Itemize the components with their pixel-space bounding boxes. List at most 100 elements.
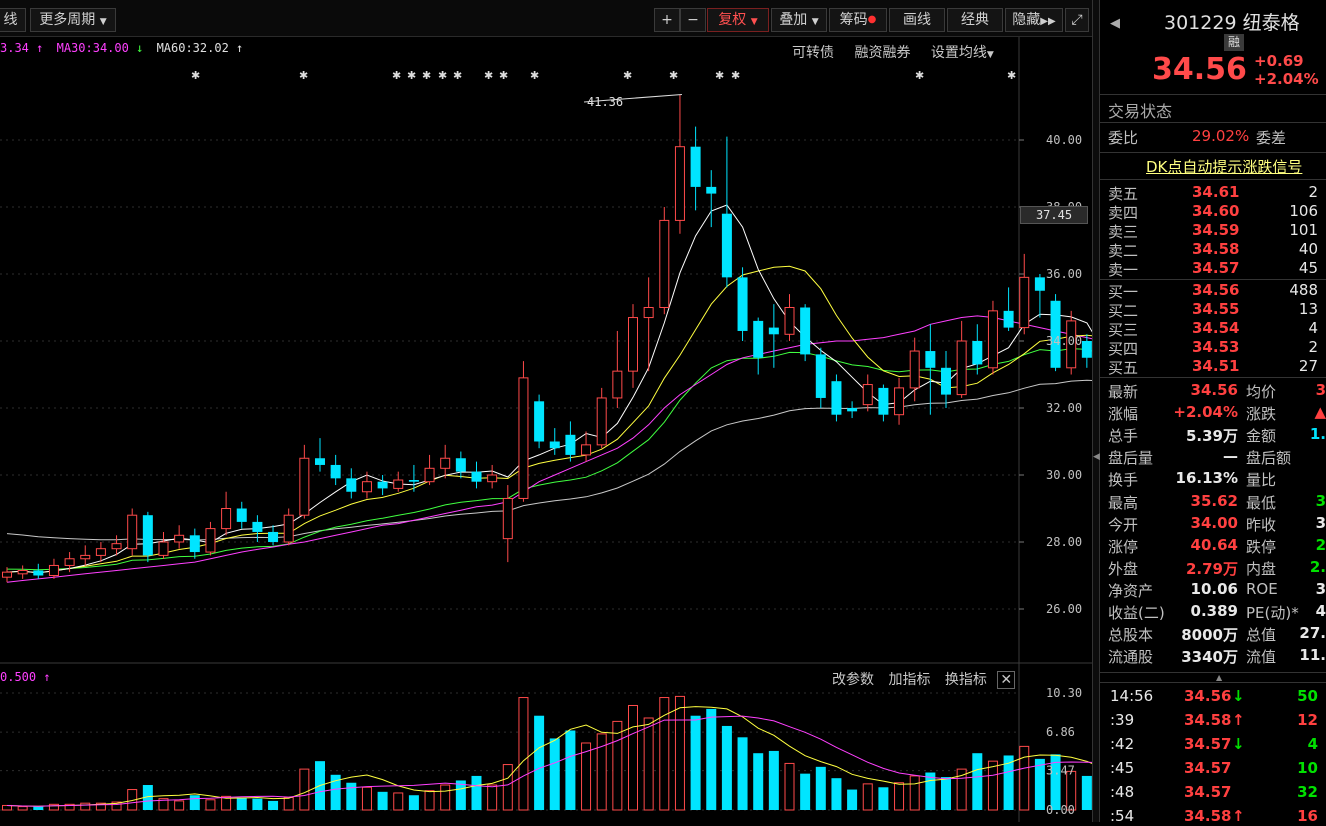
stat-value: 1. xyxy=(1309,425,1326,444)
candle-body-down xyxy=(252,521,263,532)
stat-value: 4 xyxy=(1315,602,1326,620)
candle-body-down xyxy=(565,434,576,455)
tick-volume: 50 xyxy=(1297,687,1318,705)
weibi-value: 29.02% xyxy=(1192,127,1250,145)
ask-price: 34.60 xyxy=(1192,202,1240,220)
volume-bar-down xyxy=(737,737,748,810)
candle-body-up xyxy=(17,569,28,575)
tick-row: :45 34.57 10 xyxy=(1100,759,1326,778)
volume-bar-up xyxy=(643,717,654,811)
volume-bar-up xyxy=(299,768,310,811)
volume-bar-down xyxy=(33,806,44,810)
tick-volume: 12 xyxy=(1297,711,1318,729)
volume-bar-up xyxy=(393,792,404,811)
candle-body-up xyxy=(909,350,920,389)
stat-value: 40.64 xyxy=(1190,535,1238,554)
ask-volume: 2 xyxy=(1308,183,1318,201)
tick-arrow-icon: ↑ xyxy=(1232,711,1245,729)
stat-label: 昨收 xyxy=(1246,515,1277,534)
candle-body-down xyxy=(878,387,889,415)
tick-time: 14:56 xyxy=(1110,687,1154,705)
tick-price: 34.58 xyxy=(1184,711,1232,729)
stat-row: 流通股 3340万 流值 11. xyxy=(1100,646,1326,667)
candle-body-up xyxy=(111,543,122,550)
volume-bars xyxy=(2,695,1092,811)
tick-row: :54 34.58 ↑ 16 xyxy=(1100,807,1326,826)
event-marker-icon: ✱ xyxy=(731,69,740,82)
stat-label: 换手 xyxy=(1108,471,1139,490)
volume-bar-up xyxy=(440,784,451,811)
stat-row: 换手 16.13% 量比 xyxy=(1100,469,1326,490)
candle-body-up xyxy=(361,481,372,493)
stat-value: 3340万 xyxy=(1181,648,1238,667)
ask-price: 34.58 xyxy=(1192,240,1240,258)
kline-chart[interactable]: 40.0038.0036.0034.0032.0030.0028.0026.00… xyxy=(0,0,1092,822)
candle-body-down xyxy=(1003,310,1014,328)
candle-body-down xyxy=(315,458,325,465)
dk-signal-link[interactable]: DK点自动提示涨跌信号 xyxy=(1146,156,1302,177)
bid-row: 买三 34.54 4 xyxy=(1100,319,1326,339)
candle-body-down xyxy=(236,508,247,522)
stat-value: 3 xyxy=(1315,579,1326,598)
weibi-row: 委比 29.02% 委差 xyxy=(1100,127,1326,147)
candle-body-up xyxy=(862,384,873,406)
price-change-pct: +2.04% xyxy=(1254,70,1319,88)
collapse-handle-icon[interactable]: ◀ xyxy=(1093,452,1100,462)
candle-body-up xyxy=(221,508,232,530)
volume-bar-down xyxy=(252,798,263,810)
candle-body-up xyxy=(48,564,59,577)
ma-lines xyxy=(6,204,1092,583)
stat-label: 最低 xyxy=(1246,493,1277,512)
candle-body-up xyxy=(424,467,435,483)
candle-body-down xyxy=(831,381,842,415)
stat-label: 总股本 xyxy=(1108,626,1154,645)
ask-price: 34.61 xyxy=(1192,183,1240,201)
price-change: +0.69 xyxy=(1254,52,1304,70)
volume-bar-down xyxy=(471,775,482,810)
volume-bar-up xyxy=(487,784,498,811)
scroll-up-icon[interactable]: ▲ xyxy=(1216,673,1222,682)
stat-label: 金额 xyxy=(1246,427,1277,446)
ask-row: 卖四 34.60 106 xyxy=(1100,202,1326,222)
stock-code: 301229 xyxy=(1164,12,1237,34)
tick-arrow-icon: ↓ xyxy=(1232,687,1245,705)
volume-bar-up xyxy=(80,802,91,811)
candle-body-down xyxy=(377,481,388,489)
candle-body-up xyxy=(894,387,905,416)
candles xyxy=(2,94,1092,583)
stat-value: 35.62 xyxy=(1190,491,1238,510)
event-marker-icon: ✱ xyxy=(715,69,724,82)
tick-volume: 4 xyxy=(1307,735,1318,753)
candle-body-down xyxy=(737,277,748,331)
tick-row: 14:56 34.56 ↓ 50 xyxy=(1100,687,1326,706)
candle-body-down xyxy=(549,441,560,449)
volume-bar-up xyxy=(612,720,623,811)
volume-bar-down xyxy=(768,750,779,810)
volume-bar-up xyxy=(205,799,216,811)
stat-value: 34.56 xyxy=(1190,381,1238,399)
panel-divider[interactable]: ◀ xyxy=(1092,0,1100,822)
ma5-line xyxy=(6,204,1092,574)
back-arrow-icon[interactable]: ◀ xyxy=(1110,16,1120,31)
crosshair-price-label: 37.45 xyxy=(1020,206,1088,224)
stat-label: 总值 xyxy=(1246,626,1277,645)
volume-bar-up xyxy=(174,800,185,811)
price-tick-label: 32.00 xyxy=(1046,401,1082,415)
event-marker-icon: ✱ xyxy=(623,69,632,82)
volume-tick-label: 3.47 xyxy=(1046,764,1075,778)
stat-row: 净资产 10.06 ROE 3 xyxy=(1100,579,1326,600)
volume-bar-up xyxy=(518,697,529,811)
bid-volume: 4 xyxy=(1308,319,1318,337)
ask-volume: 40 xyxy=(1298,240,1318,258)
volume-bar-down xyxy=(268,800,279,810)
volume-bar-up xyxy=(1019,745,1030,811)
candle-body-down xyxy=(1081,341,1092,358)
volume-bar-down xyxy=(236,797,247,810)
high-price-text: 41.36 xyxy=(587,95,624,109)
volume-tick-label: 10.30 xyxy=(1046,686,1082,700)
event-marker-icon: ✱ xyxy=(484,69,493,82)
candle-body-down xyxy=(455,458,466,472)
stat-value: 2.79万 xyxy=(1185,559,1238,578)
price-tick-label: 28.00 xyxy=(1046,535,1082,549)
volume-bar-down xyxy=(800,773,811,810)
